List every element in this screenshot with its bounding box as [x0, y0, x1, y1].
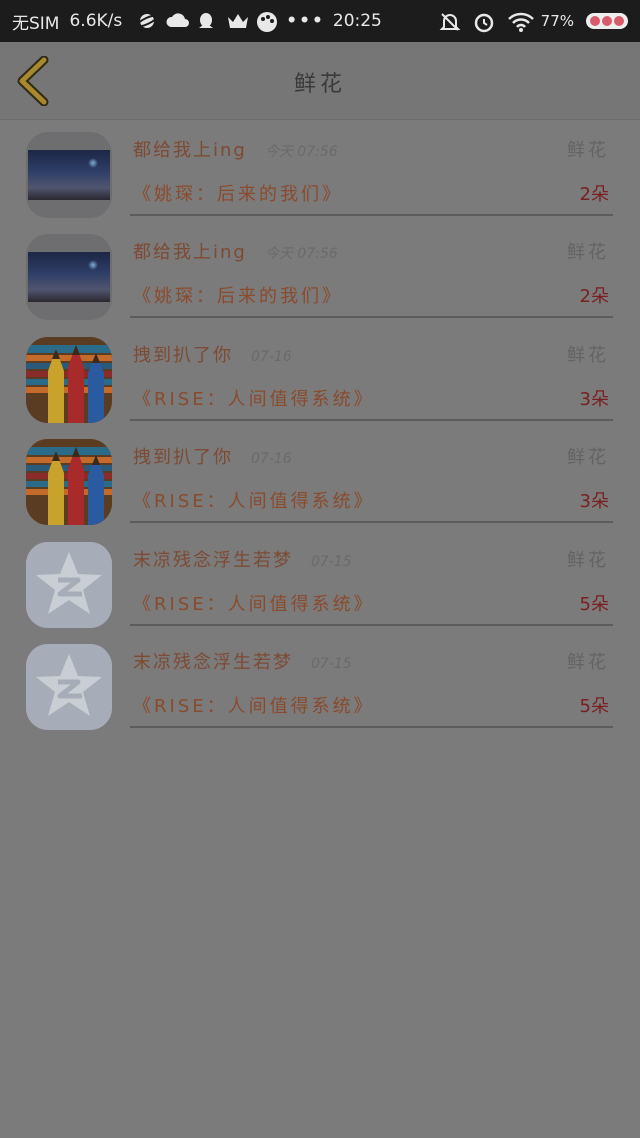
sender-name[interactable]: 都给我上ing 今天 07:56 [133, 238, 338, 264]
list-item-content: 拽到扒了你 07-16 鲜花《RISE：人间值得系统》 3朵 [130, 429, 613, 524]
qq-icon [196, 11, 218, 31]
nav-header: 鲜花 [0, 42, 640, 120]
work-title[interactable]: 《RISE：人间值得系统》 [133, 692, 375, 718]
work-title[interactable]: 《RISE：人间值得系统》 [133, 385, 375, 411]
sender-name-text: 都给我上ing [133, 140, 247, 161]
flower-count: 3朵 [579, 491, 609, 513]
status-bar: 无SIM 6.6K/s ••• 20:25 77% [0, 0, 640, 42]
list-item-content: 都给我上ing 今天 07:56 鲜花《姚琛：后来的我们》 2朵 [130, 224, 613, 319]
gift-type: 鲜花 [567, 140, 609, 161]
work-title[interactable]: 《RISE：人间值得系统》 [133, 487, 375, 513]
gift-type: 鲜花 [567, 447, 609, 469]
flower-count: 2朵 [579, 184, 609, 205]
list-item[interactable]: 末凉残念浮生若梦 07-15 鲜花《RISE：人间值得系统》 5朵 [0, 532, 640, 634]
sender-name[interactable]: 末凉残念浮生若梦 07-15 [133, 546, 352, 572]
network-speed: 6.6K/s [69, 11, 123, 31]
flower-count: 2朵 [579, 286, 609, 308]
more-notifications-icon: ••• [286, 11, 325, 31]
list-item[interactable]: 拽到扒了你 07-16 鲜花《RISE：人间值得系统》 3朵 [0, 429, 640, 531]
list-item-content: 拽到扒了你 07-16 鲜花《RISE：人间值得系统》 3朵 [130, 327, 613, 421]
alarm-icon [473, 11, 495, 33]
list-item-content: 末凉残念浮生若梦 07-15 鲜花《RISE：人间值得系统》 5朵 [130, 532, 613, 626]
send-time: 今天 07:56 [264, 144, 338, 160]
list-item[interactable]: 末凉残念浮生若梦 07-15 鲜花《RISE：人间值得系统》 5朵 [0, 634, 640, 736]
list-item-content: 都给我上ing 今天 07:56 鲜花《姚琛：后来的我们》 2朵 [130, 122, 613, 216]
gift-type: 鲜花 [567, 242, 609, 264]
list-item[interactable]: 拽到扒了你 07-16 鲜花《RISE：人间值得系统》 3朵 [0, 327, 640, 429]
send-time: 07-15 [311, 655, 352, 672]
work-title[interactable]: 《RISE：人间值得系统》 [133, 590, 375, 616]
sender-name-text: 都给我上ing [133, 242, 247, 264]
pencils-avatar[interactable] [26, 336, 112, 423]
carrier-label: 无SIM [12, 13, 60, 34]
list-item[interactable]: 都给我上ing 今天 07:56 鲜花《姚琛：后来的我们》 2朵 [0, 224, 640, 326]
sender-name[interactable]: 拽到扒了你 07-16 [133, 341, 292, 367]
sender-name-text: 末凉残念浮生若梦 [133, 651, 293, 673]
flower-record-list: 都给我上ing 今天 07:56 鲜花 《姚琛：后来的我们》 2朵 都给我上ing 今天 0… [0, 122, 640, 736]
flower-count: 3朵 [579, 388, 609, 410]
mute-bell-icon [439, 11, 461, 31]
gift-type: 鲜花 [567, 651, 609, 673]
night-sky-avatar[interactable] [26, 234, 112, 321]
crown-icon [226, 11, 249, 31]
battery-dots-icon [586, 13, 628, 29]
night-sky-avatar[interactable] [26, 132, 112, 218]
sender-name[interactable]: 拽到扒了你 07-16 [133, 443, 292, 469]
work-title[interactable]: 《姚琛：后来的我们》 [133, 282, 343, 308]
list-item-content: 末凉残念浮生若梦 07-15 鲜花《RISE：人间值得系统》 5朵 [130, 634, 613, 728]
sender-name-text: 拽到扒了你 [133, 344, 233, 366]
send-time: 07-16 [251, 451, 292, 468]
gift-type: 鲜花 [567, 549, 609, 571]
flower-count: 5朵 [579, 593, 609, 615]
planet-icon [136, 11, 159, 31]
sender-name-text: 拽到扒了你 [133, 447, 233, 469]
wifi-icon [507, 11, 534, 32]
qq-star-avatar[interactable] [26, 643, 112, 730]
send-time: 07-16 [251, 348, 292, 365]
cloud-icon [166, 11, 190, 31]
pencils-avatar[interactable] [26, 439, 112, 526]
sender-name-text: 末凉残念浮生若梦 [133, 549, 293, 571]
qq-star-avatar[interactable] [26, 541, 112, 628]
flower-count: 5朵 [579, 695, 609, 717]
work-title[interactable]: 《姚琛：后来的我们》 [133, 180, 343, 206]
page-title: 鲜花 [293, 72, 346, 97]
gift-type: 鲜花 [567, 344, 609, 366]
palette-icon [256, 11, 278, 32]
send-time: 今天 07:56 [264, 246, 338, 263]
send-time: 07-15 [311, 553, 352, 570]
sender-name[interactable]: 都给我上ing 今天 07:56 [133, 136, 338, 162]
sender-name[interactable]: 末凉残念浮生若梦 07-15 [133, 648, 352, 674]
clock-time: 20:25 [332, 11, 382, 31]
battery-percent: 77% [540, 12, 574, 30]
list-item[interactable]: 都给我上ing 今天 07:56 鲜花《姚琛：后来的我们》 2朵 [0, 122, 640, 224]
